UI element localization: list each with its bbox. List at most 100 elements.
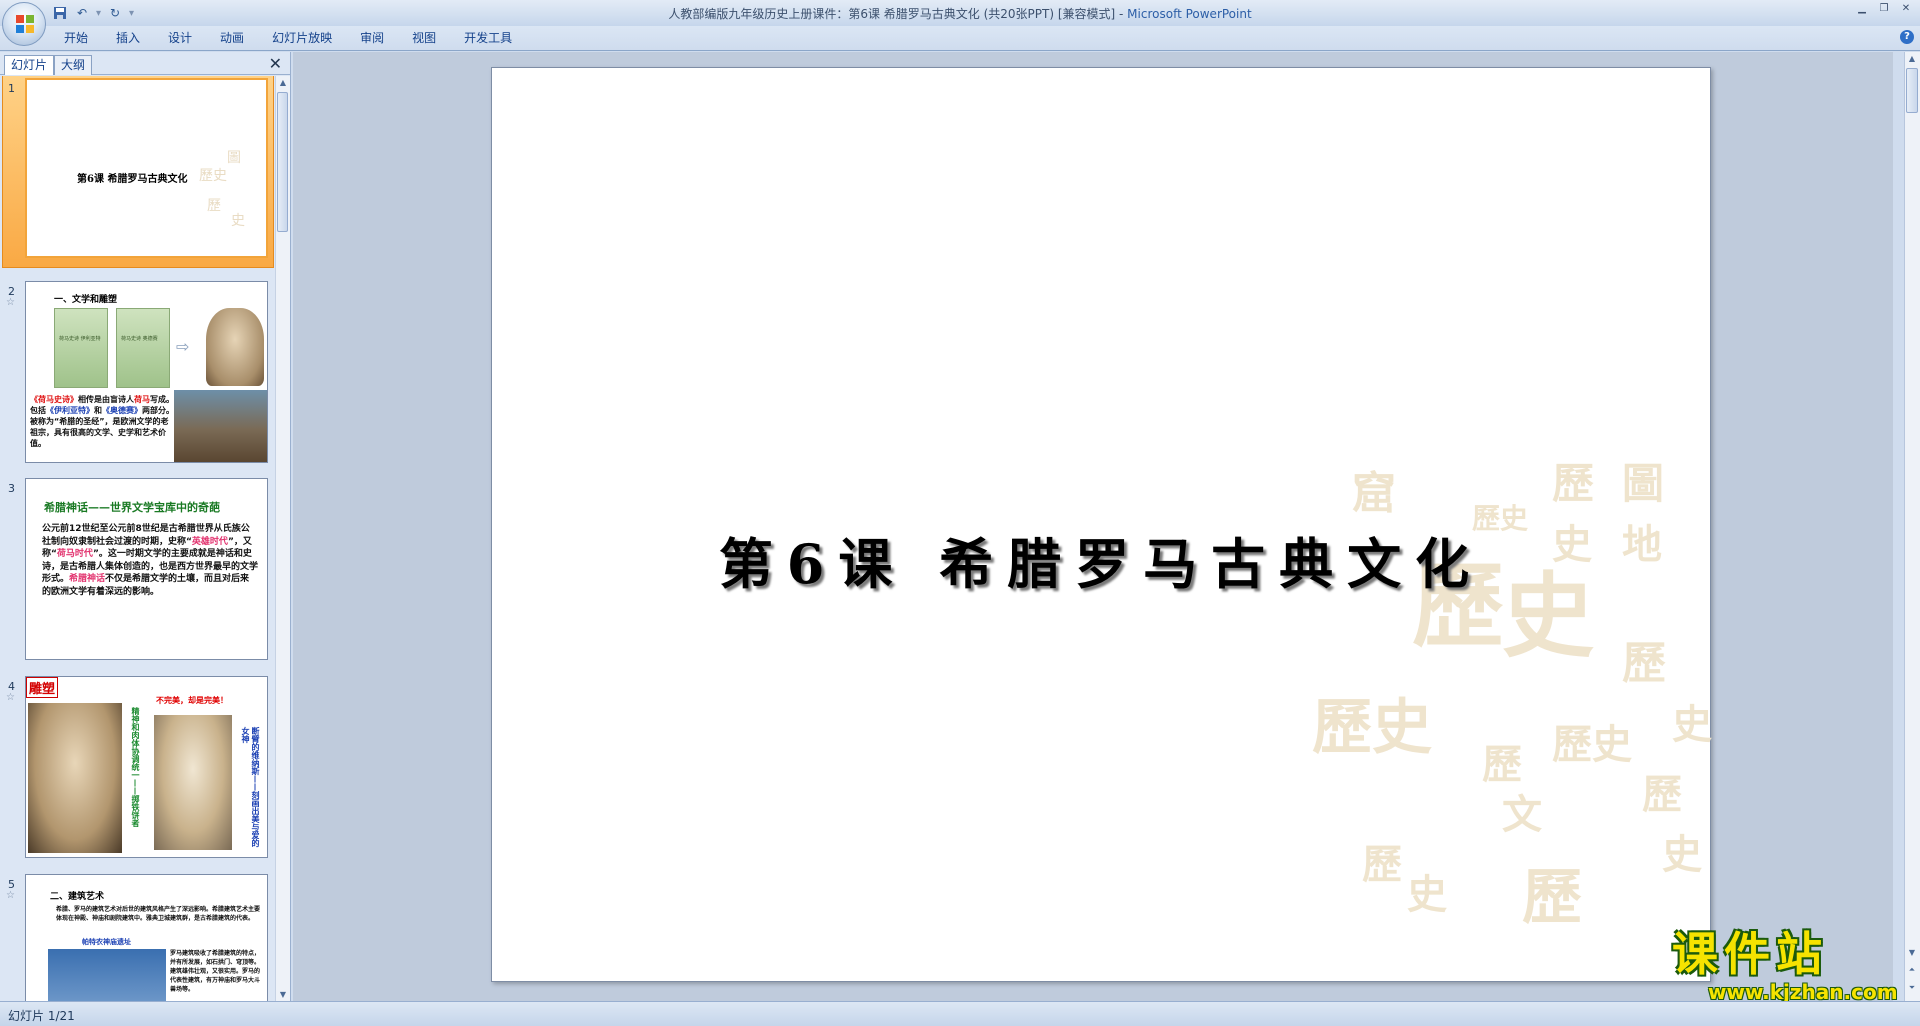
status-bar: 幻灯片 1/21 bbox=[0, 1001, 1920, 1026]
tab-outline[interactable]: 大纲 bbox=[54, 55, 93, 75]
slide-preview: 第6课 希腊罗马古典文化 歷史圖歷史 bbox=[25, 78, 268, 258]
text-span: 荷马时代 bbox=[56, 549, 93, 559]
homer-bust-image bbox=[206, 308, 264, 386]
scroll-thumb[interactable] bbox=[277, 92, 288, 232]
svg-text:圖: 圖 bbox=[227, 150, 241, 166]
parthenon-image bbox=[48, 949, 166, 1001]
slide-5-heading: 二、建筑艺术 bbox=[50, 892, 105, 902]
tab-view[interactable]: 视图 bbox=[398, 26, 450, 50]
tab-home[interactable]: 开始 bbox=[50, 26, 102, 50]
text-span: 荷马 bbox=[134, 395, 150, 404]
tab-slides[interactable]: 幻灯片 bbox=[4, 55, 55, 75]
application-name: Microsoft PowerPoint bbox=[1127, 7, 1252, 21]
scroll-up-icon[interactable]: ▲ bbox=[1905, 54, 1919, 63]
slide-preview: 雕塑 不完美，却是完美！ 精神和肉体协调统一——掷铁饼者 断臂的维纳斯——刻画出… bbox=[25, 676, 268, 858]
text-span: 《伊利亚特》 bbox=[46, 406, 94, 415]
slide-5-text: 希腊、罗马的建筑艺术对后世的建筑风格产生了深远影响。希腊建筑艺术主要体现在神殿、… bbox=[56, 906, 261, 922]
tab-animations[interactable]: 动画 bbox=[206, 26, 258, 50]
book-label: 荷马史诗 奥德赛 bbox=[121, 336, 158, 342]
svg-text:歷史: 歷史 bbox=[199, 168, 227, 184]
ribbon-tabs: 开始 插入 设计 动画 幻灯片放映 审阅 视图 开发工具 bbox=[50, 26, 526, 50]
logo-text: 课件站 bbox=[1672, 927, 1828, 981]
text-span: 希腊神话 bbox=[69, 574, 106, 584]
tab-insert[interactable]: 插入 bbox=[102, 26, 154, 50]
office-button[interactable] bbox=[2, 2, 46, 46]
scroll-down-icon[interactable]: ▼ bbox=[276, 990, 290, 999]
slide-thumbnails: 1 第6课 希腊罗马古典文化 歷史圖歷史 2 ☆ 一、文学和雕塑 荷马史诗 伊利… bbox=[0, 76, 276, 1001]
office-logo-icon bbox=[16, 15, 34, 33]
book-label: 荷马史诗 伊利亚特 bbox=[59, 336, 101, 342]
slide-2-text: 《荷马史诗》相传是由盲诗人荷马写成。包括《伊利亚特》和《奥德赛》两部分。被称为“… bbox=[30, 394, 174, 449]
animation-star-icon: ☆ bbox=[6, 890, 15, 901]
restore-icon[interactable]: ❐ bbox=[1874, 2, 1894, 16]
panel-tabs: 幻灯片 大纲 ✕ bbox=[0, 52, 290, 75]
slide-4-caption: 不完美，却是完美！ bbox=[156, 696, 228, 705]
window-controls: ▁ ❐ ✕ bbox=[1852, 2, 1916, 16]
svg-text:史: 史 bbox=[1662, 831, 1702, 878]
current-slide[interactable]: 窟 歷 圖 歷史 史 地 歷 史 歷 歷史 歷 文 歷史 史 歷 歷 史 歷 史… bbox=[491, 67, 1712, 982]
book-image: 荷马史诗 奥德赛 bbox=[116, 308, 170, 388]
tab-review[interactable]: 审阅 bbox=[346, 26, 398, 50]
slide-3-heading: 希腊神话——世界文学宝库中的奇葩 bbox=[44, 501, 220, 514]
slide-preview: 一、文学和雕塑 荷马史诗 伊利亚特 荷马史诗 奥德赛 ⇨ 《荷马史诗》相传是由盲… bbox=[25, 281, 268, 463]
svg-text:文: 文 bbox=[1502, 791, 1542, 838]
tab-developer[interactable]: 开发工具 bbox=[450, 26, 526, 50]
scroll-down-icon[interactable]: ▼ bbox=[1905, 948, 1919, 957]
slide-5-side-text: 罗马建筑吸收了希腊建筑的特点，并有所发展，如石拱门、穹顶等。建筑雄伟壮观，又很实… bbox=[170, 950, 261, 993]
svg-text:史: 史 bbox=[1407, 871, 1447, 918]
slide-3-text: 公元前12世纪至公元前8世纪是古希腊世界从氏族公社制向奴隶制社会过渡的时期，史称… bbox=[42, 523, 258, 598]
text-span: 《荷马史诗》 bbox=[30, 395, 78, 404]
slide-4-label: 雕塑 bbox=[26, 677, 59, 698]
text-span: 和 bbox=[94, 406, 102, 415]
text-span: 英雄时代 bbox=[191, 536, 228, 547]
slide-4-left-vertical: 精神和肉体协调统一——掷铁饼者 bbox=[131, 707, 140, 827]
svg-text:歷: 歷 bbox=[1552, 459, 1594, 508]
slide-preview: 希腊神话——世界文学宝库中的奇葩 公元前12世纪至公元前8世纪是古希腊世界从氏族… bbox=[25, 478, 268, 660]
tab-design[interactable]: 设计 bbox=[154, 26, 206, 50]
svg-text:歷史: 歷史 bbox=[1552, 721, 1632, 768]
svg-text:歷: 歷 bbox=[207, 198, 221, 214]
next-slide-icon[interactable]: ⏷ bbox=[1905, 983, 1919, 993]
slides-panel: 幻灯片 大纲 ✕ 1 第6课 希腊罗马古典文化 歷史圖歷史 2 ☆ 一、文学和雕… bbox=[0, 52, 291, 1001]
tab-slide-show[interactable]: 幻灯片放映 bbox=[258, 26, 346, 50]
thumbnails-scrollbar[interactable]: ▲ ▼ bbox=[275, 76, 290, 1001]
history-watermark-icon: 歷史圖歷史 bbox=[199, 150, 245, 229]
slide-number: 3 bbox=[8, 482, 15, 495]
svg-text:歷: 歷 bbox=[1362, 841, 1402, 888]
svg-text:史: 史 bbox=[231, 213, 245, 229]
document-title: 人教部编版九年级历史上册课件：第6课 希腊罗马古典文化 (共20张PPT) [兼… bbox=[668, 7, 1116, 21]
trojan-horse-image bbox=[174, 390, 267, 462]
venus-de-milo-image bbox=[154, 715, 232, 850]
scroll-thumb[interactable] bbox=[1906, 68, 1918, 113]
svg-text:歷史: 歷史 bbox=[1312, 693, 1432, 763]
main-scrollbar[interactable]: ▲ ▼ ⏶ ⏷ bbox=[1904, 52, 1920, 1001]
slide-preview: 二、建筑艺术 希腊、罗马的建筑艺术对后世的建筑风格产生了深远影响。希腊建筑艺术主… bbox=[25, 874, 268, 1001]
window-title: 人教部编版九年级历史上册课件：第6课 希腊罗马古典文化 (共20张PPT) [兼… bbox=[0, 5, 1920, 22]
close-panel-icon[interactable]: ✕ bbox=[269, 54, 282, 73]
minimize-icon[interactable]: ▁ bbox=[1852, 2, 1872, 16]
ribbon-tab-bar: 开始 插入 设计 动画 幻灯片放映 审阅 视图 开发工具 ? bbox=[0, 26, 1920, 51]
kjzhan-logo: 课件站 www.kjzhan.com bbox=[1672, 927, 1902, 1004]
svg-text:歷: 歷 bbox=[1622, 638, 1666, 689]
previous-slide-icon[interactable]: ⏶ bbox=[1905, 965, 1919, 975]
animation-star-icon: ☆ bbox=[6, 692, 15, 703]
close-icon[interactable]: ✕ bbox=[1896, 2, 1916, 16]
slide-number: 1 bbox=[8, 82, 15, 95]
discobolus-image bbox=[28, 703, 122, 853]
svg-text:圖: 圖 bbox=[1622, 459, 1664, 508]
help-icon[interactable]: ? bbox=[1900, 30, 1914, 44]
svg-text:窟: 窟 bbox=[1352, 468, 1396, 519]
text-span: 相传是由盲诗人 bbox=[78, 395, 134, 404]
slide-4-right-vertical: 断臂的维纳斯——刻画出美与爱的女神 bbox=[241, 727, 260, 847]
slide-1-title: 第6课 希腊罗马古典文化 bbox=[77, 174, 188, 185]
slide-2-heading: 一、文学和雕塑 bbox=[54, 295, 118, 305]
text-span: 《奥德赛》 bbox=[102, 406, 142, 415]
slide-title[interactable]: 第6课 希腊罗马古典文化 bbox=[492, 520, 1710, 599]
arrow-right-icon: ⇨ bbox=[176, 337, 190, 356]
scroll-up-icon[interactable]: ▲ bbox=[276, 78, 290, 87]
title-separator: - bbox=[1115, 7, 1128, 21]
svg-text:史: 史 bbox=[1672, 701, 1712, 748]
svg-text:歷: 歷 bbox=[1522, 863, 1582, 933]
slide-indicator: 幻灯片 1/21 bbox=[8, 1009, 75, 1023]
book-image: 荷马史诗 伊利亚特 bbox=[54, 308, 108, 388]
